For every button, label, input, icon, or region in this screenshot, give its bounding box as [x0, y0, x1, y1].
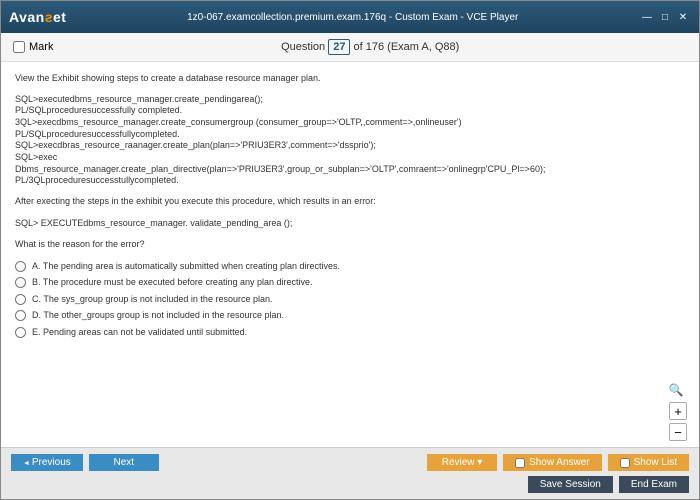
question-header: Mark Question 27 of 176 (Exam A, Q88): [1, 33, 699, 62]
magnifier-icon[interactable]: 🔍: [669, 383, 683, 397]
option-c[interactable]: C. The sys_group group is not included i…: [15, 293, 685, 307]
code-line: PL/3QLproceduresuccesstullycompleted.: [15, 175, 685, 187]
show-list-label: Show List: [634, 457, 677, 468]
titlebar: Avanƨet 1z0-067.examcollection.premium.e…: [1, 1, 699, 33]
logo-text-pre: Avan: [9, 9, 45, 25]
code-line: Dbms_resource_manager.create_plan_direct…: [15, 164, 685, 176]
question-text: What is the reason for the error?: [15, 238, 685, 252]
window-title: 1z0-067.examcollection.premium.exam.176q…: [66, 12, 639, 23]
review-button[interactable]: Review ▾: [427, 454, 497, 471]
option-b[interactable]: B. The procedure must be executed before…: [15, 276, 685, 290]
logo-text-post: et: [53, 9, 66, 25]
maximize-button[interactable]: □: [657, 10, 673, 24]
show-answer-checkbox[interactable]: [515, 458, 525, 468]
question-counter: Question 27 of 176 (Exam A, Q88): [53, 39, 687, 55]
zoom-controls: 🔍 + −: [669, 383, 687, 441]
option-radio-d[interactable]: [15, 310, 26, 321]
show-answer-label: Show Answer: [529, 457, 590, 468]
code-line: PL/SQLproceduresuccessfullycompleted.: [15, 129, 685, 141]
option-radio-a[interactable]: [15, 261, 26, 272]
code-line: SQL>execdbras_resource_raanager.create_p…: [15, 140, 685, 152]
zoom-in-button[interactable]: +: [669, 402, 687, 420]
code-line: 3QL>execdbms_resource_manager.create_con…: [15, 117, 685, 129]
previous-button[interactable]: Previous: [11, 454, 83, 471]
option-label: A. The pending area is automatically sub…: [32, 260, 340, 274]
question-total: of 176 (Exam A, Q88): [350, 41, 459, 53]
option-e[interactable]: E. Pending areas can not be validated un…: [15, 326, 685, 340]
option-d[interactable]: D. The other_groups group is not include…: [15, 309, 685, 323]
next-button[interactable]: Next: [89, 454, 159, 471]
code-line: PL/SQLproceduresuccessfully completed.: [15, 105, 685, 117]
option-label: C. The sys_group group is not included i…: [32, 293, 272, 307]
save-session-button[interactable]: Save Session: [528, 476, 613, 493]
window-controls: — □ ✕: [639, 10, 691, 24]
logo-text-o: ƨ: [45, 9, 53, 25]
zoom-out-button[interactable]: −: [669, 423, 687, 441]
option-label: E. Pending areas can not be validated un…: [32, 326, 247, 340]
option-radio-b[interactable]: [15, 277, 26, 288]
show-list-checkbox[interactable]: [620, 458, 630, 468]
intro-text: View the Exhibit showing steps to create…: [15, 72, 685, 86]
code-line: SQL>executedbms_resource_manager.create_…: [15, 94, 685, 106]
question-content: View the Exhibit showing steps to create…: [1, 62, 699, 442]
button-row-1: Previous Next Review ▾ Show Answer Show …: [11, 454, 689, 471]
mark-label-text: Mark: [29, 41, 53, 53]
option-a[interactable]: A. The pending area is automatically sub…: [15, 260, 685, 274]
code-block: SQL>executedbms_resource_manager.create_…: [15, 94, 685, 188]
app-logo: Avanƨet: [9, 9, 66, 25]
option-radio-e[interactable]: [15, 327, 26, 338]
option-label: D. The other_groups group is not include…: [32, 309, 284, 323]
minimize-button[interactable]: —: [639, 10, 655, 24]
bottom-bar: Previous Next Review ▾ Show Answer Show …: [1, 447, 699, 499]
question-number: 27: [328, 39, 350, 55]
show-answer-button[interactable]: Show Answer: [503, 454, 602, 471]
review-label: Review: [442, 457, 475, 468]
button-row-2: Save Session End Exam: [11, 476, 689, 493]
exec-line: SQL> EXECUTEdbms_resource_manager. valid…: [15, 217, 685, 231]
close-button[interactable]: ✕: [675, 10, 691, 24]
option-radio-c[interactable]: [15, 294, 26, 305]
mark-checkbox[interactable]: [13, 41, 25, 53]
code-line: SQL>exec: [15, 152, 685, 164]
option-label: B. The procedure must be executed before…: [32, 276, 313, 290]
mark-checkbox-label[interactable]: Mark: [13, 41, 53, 53]
question-word: Question: [281, 41, 325, 53]
show-list-button[interactable]: Show List: [608, 454, 689, 471]
end-exam-button[interactable]: End Exam: [619, 476, 689, 493]
after-text: After execting the steps in the exhibit …: [15, 195, 685, 209]
options-group: A. The pending area is automatically sub…: [15, 260, 685, 340]
